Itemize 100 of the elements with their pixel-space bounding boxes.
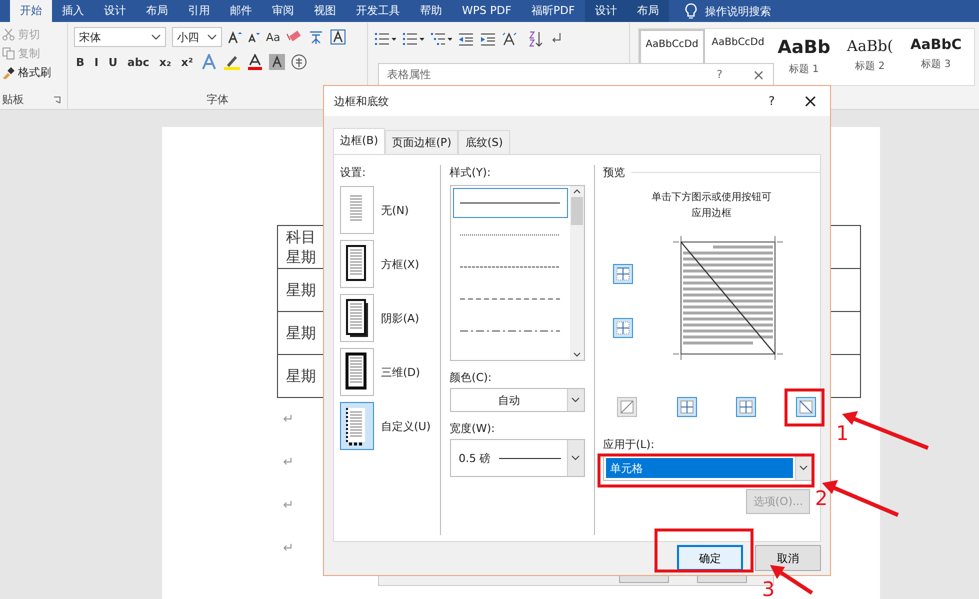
numbered-list-icon[interactable] [402,32,424,46]
style-label: 样式(Y): [450,165,492,180]
scissors-icon [2,28,15,41]
preview-hint: 单击下方图示或使用按钮可 [651,190,772,204]
sort-icon[interactable] [528,31,544,47]
color-dropdown[interactable]: 自动 [450,388,585,412]
format-button[interactable]: B [74,56,86,68]
format-button[interactable]: x₂ [157,56,174,68]
dialog-button[interactable]: 确定 [677,545,743,571]
chevron-down-icon [207,34,217,40]
format-button[interactable]: x² [179,56,196,68]
dialog-tab[interactable]: 页面边框(P) [385,130,458,154]
line-style-option[interactable] [452,188,568,218]
highlighter-icon[interactable] [223,54,242,70]
setting-label[interactable]: 阴影(A) [381,310,420,326]
ribbon-tab[interactable]: WPS PDF [452,0,522,22]
close-button[interactable]: × [802,90,818,112]
step-number: 3 [762,577,775,599]
help-button[interactable]: ? [716,68,722,81]
step-number: 2 [815,486,828,510]
table-cell-text: 星期 [286,280,316,300]
dialog-button[interactable]: 取消 [755,545,821,571]
dialog-title: 边框和底纹 [334,94,390,108]
ribbon-tab[interactable]: 设计 [584,0,627,22]
style-item[interactable]: AaBb 标题 1 [771,29,837,85]
character-shading-icon[interactable] [269,54,286,70]
group-label: 贴板 [2,92,24,107]
width-label: 宽度(W): [450,421,496,436]
tell-me-search[interactable]: 操作说明搜索 [704,4,771,18]
close-button[interactable]: × [752,66,765,84]
setting-label[interactable]: 自定义(U) [381,418,431,434]
paragraph-mark: ↵ [283,497,295,515]
table-cell-text: 星期 [286,323,316,343]
increase-indent-icon[interactable] [480,32,496,46]
apply-to-dropdown[interactable]: 单元格 [602,455,813,481]
dialog-tab[interactable]: 底纹(S) [458,130,510,154]
setting-label[interactable]: 无(N) [381,202,409,218]
dialog-title: 表格属性 [387,67,432,82]
border-toggle-icon[interactable] [612,264,633,284]
ribbon-tab[interactable]: 帮助 [410,0,452,22]
dialog-launcher-icon[interactable] [53,96,61,104]
border-preview-drawing[interactable] [672,234,783,362]
page-border-setting-icon[interactable] [340,348,374,396]
table-cell-text: 科目 [286,227,316,247]
chevron-down-icon[interactable] [572,352,581,357]
border-toggle-icon[interactable] [736,397,756,417]
ribbon-tab[interactable]: 引用 [178,0,220,22]
multilevel-list-icon[interactable] [430,32,452,46]
page-border-setting-icon[interactable] [340,294,374,342]
border-toggle-icon[interactable] [612,318,633,338]
setting-label[interactable]: 方框(X) [381,256,420,272]
text-effect-icon[interactable] [201,54,218,70]
scrollbar[interactable] [570,186,584,360]
chevron-down-icon [799,465,808,471]
help-button[interactable]: ? [768,94,775,108]
format-button[interactable]: I [92,56,100,68]
group-label: 字体 [206,92,228,107]
eraser-icon[interactable] [286,30,302,44]
lightbulb-icon[interactable] [684,3,697,19]
ribbon-tab[interactable]: 插入 [52,0,94,22]
style-item[interactable]: AaBb( 标题 2 [837,29,903,85]
setting-label[interactable]: 三维(D) [381,364,420,380]
preview-label: 预览 [602,165,625,180]
format-button[interactable]: U [106,56,120,68]
character-border-icon[interactable] [330,29,346,45]
ribbon-tab[interactable]: 福昕PDF [521,0,585,22]
width-dropdown[interactable]: 0.5 磅 [450,439,585,477]
font-size-dropdown[interactable]: 小四 [172,27,222,47]
dialog-tab[interactable]: 边框(B) [333,128,386,154]
ribbon-tab[interactable]: 设计 [94,0,136,22]
border-toggle-icon[interactable] [676,397,697,417]
highlight-frame [784,388,824,426]
font-color-icon[interactable] [247,54,264,70]
ribbon-tab[interactable]: 开始 [10,0,52,22]
ribbon-tab[interactable]: 视图 [304,0,346,22]
shrink-font-icon[interactable] [248,31,260,43]
border-toggle-icon[interactable] [796,397,816,417]
chevron-up-icon[interactable] [572,189,581,194]
style-item[interactable]: AaBbC 标题 3 [903,29,969,85]
page-border-setting-icon[interactable] [340,402,374,450]
ribbon-tab[interactable]: 布局 [626,0,669,22]
ribbon-tab[interactable]: 审阅 [262,0,304,22]
decrease-indent-icon[interactable] [458,32,474,46]
font-name-dropdown[interactable]: 宋体 [74,27,166,47]
ribbon-tab[interactable]: 布局 [136,0,178,22]
border-toggle-icon[interactable] [616,397,637,417]
format-button[interactable]: abc [125,56,152,68]
change-case-button[interactable]: Aa [266,30,280,44]
step-number: 1 [836,421,849,445]
bullet-list-icon[interactable] [374,32,396,46]
clipboard-button[interactable]: 格式刷 [2,65,61,80]
page-border-setting-icon[interactable] [340,240,374,288]
enclose-character-icon[interactable] [291,54,308,70]
ribbon-tab[interactable]: 邮件 [220,0,262,22]
scrollbar-thumb[interactable] [570,197,583,225]
chevron-down-icon [151,34,161,40]
ribbon-tab[interactable]: 开发工具 [346,0,410,22]
table-cell-text: 星期 [286,366,316,386]
phonetic-guide-icon[interactable] [308,29,324,45]
grow-font-icon[interactable] [228,30,242,44]
